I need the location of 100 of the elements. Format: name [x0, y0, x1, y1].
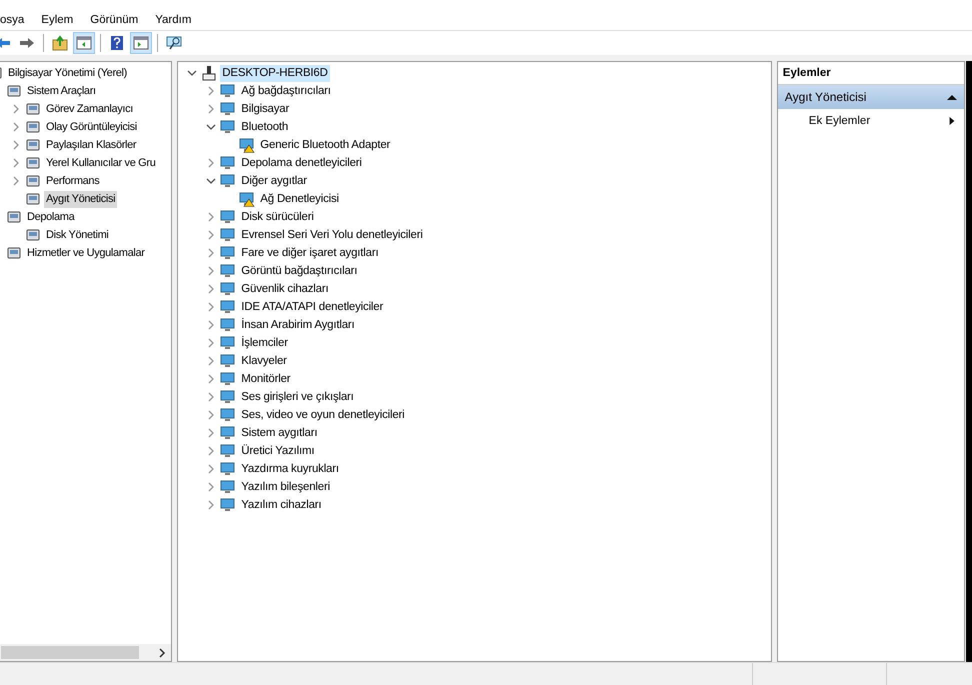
device-tree-item[interactable]: İşlemciler: [239, 334, 290, 352]
device-tree-item[interactable]: Ses girişleri ve çıkışları: [239, 388, 356, 406]
device-icon: [220, 101, 236, 117]
tree-item[interactable]: Paylaşılan Klasörler: [44, 136, 138, 154]
expand-chevron-icon[interactable]: [206, 392, 216, 402]
device-tree-item[interactable]: Generic Bluetooth Adapter: [258, 136, 392, 154]
device-tree-item[interactable]: İnsan Arabirim Aygıtları: [239, 316, 357, 334]
expand-chevron-icon[interactable]: [206, 230, 216, 240]
tree-item[interactable]: Bilgisayar Yönetimi (Yerel): [6, 64, 129, 82]
expand-chevron-icon[interactable]: [10, 158, 20, 168]
tree-item[interactable]: Disk Yönetimi: [44, 226, 110, 244]
expand-chevron-icon[interactable]: [206, 158, 216, 168]
device-icon: [220, 299, 236, 315]
menu-item[interactable]: Yardım: [155, 12, 200, 28]
expand-chevron-icon[interactable]: [206, 356, 216, 366]
tree-item[interactable]: Performans: [44, 172, 102, 190]
expand-chevron-icon[interactable]: [10, 176, 20, 186]
device-tree-item[interactable]: Bilgisayar: [239, 100, 292, 118]
expand-chevron-icon[interactable]: [206, 410, 216, 420]
device-icon: [220, 119, 236, 135]
device-tree-item[interactable]: Disk sürücüleri: [239, 208, 316, 226]
device-icon: [220, 371, 236, 387]
menu-item[interactable]: Eylem: [41, 12, 82, 28]
expand-chevron-icon[interactable]: [206, 248, 216, 258]
device-icon: [220, 83, 236, 99]
device-icon: [220, 479, 236, 495]
device-icon: [220, 461, 236, 477]
collapse-chevron-icon[interactable]: [206, 122, 216, 132]
expand-chevron-icon[interactable]: [206, 464, 216, 474]
tree-item[interactable]: Sistem Araçları: [25, 82, 98, 100]
console-tree-icon: [76, 35, 92, 51]
expand-chevron-icon[interactable]: [206, 320, 216, 330]
device-tree-item[interactable]: Bluetooth: [239, 118, 290, 136]
expand-chevron-icon[interactable]: [206, 302, 216, 312]
device-icon: [220, 227, 236, 243]
tool-icon: [6, 209, 22, 225]
forward-arrow-icon: [19, 35, 35, 51]
device-tree-item[interactable]: Yazılım cihazları: [239, 496, 324, 514]
device-icon: [220, 173, 236, 189]
device-tree-item[interactable]: Sistem aygıtları: [239, 424, 320, 442]
tree-item[interactable]: Depolama: [25, 208, 76, 226]
expand-chevron-icon[interactable]: [206, 428, 216, 438]
expand-chevron-icon[interactable]: [206, 338, 216, 348]
device-tree-item[interactable]: Görüntü bağdaştırıcıları: [239, 262, 360, 280]
expand-chevron-icon[interactable]: [206, 482, 216, 492]
horizontal-scrollbar[interactable]: [0, 644, 172, 661]
device-tree-item[interactable]: Üretici Yazılımı: [239, 442, 316, 460]
collapse-chevron-icon[interactable]: [186, 68, 197, 78]
device-tree-item[interactable]: Ağ bağdaştırıcıları: [239, 82, 333, 100]
device-tree-item[interactable]: Klavyeler: [239, 352, 289, 370]
collapse-chevron-icon[interactable]: [206, 176, 216, 186]
device-icon: [220, 407, 236, 423]
menu-item[interactable]: Görünüm: [90, 12, 146, 28]
expand-chevron-icon[interactable]: [206, 86, 216, 96]
collapse-triangle-icon[interactable]: [947, 92, 958, 102]
tool-icon: [25, 101, 41, 117]
menu-item[interactable]: osya: [0, 12, 32, 28]
device-tree-item[interactable]: DESKTOP-HERBI6D: [220, 64, 330, 82]
device-icon: [220, 281, 236, 297]
device-tree-item[interactable]: Yazdırma kuyrukları: [239, 460, 341, 478]
tool-icon: [6, 83, 22, 99]
expand-chevron-icon[interactable]: [206, 500, 216, 510]
device-tree-item[interactable]: Ses, video ve oyun denetleyicileri: [239, 406, 407, 424]
device-icon: [220, 443, 236, 459]
action-section-header[interactable]: Aygıt Yöneticisi: [778, 85, 964, 109]
tree-item[interactable]: Aygıt Yöneticisi: [44, 190, 118, 208]
tool-icon: [25, 191, 41, 207]
tool-icon: [25, 137, 41, 153]
scroll-right-icon[interactable]: [157, 648, 168, 658]
tree-item[interactable]: Hizmetler ve Uygulamalar: [25, 244, 147, 262]
device-tree-item[interactable]: Monitörler: [239, 370, 292, 388]
device-tree-item[interactable]: Fare ve diğer işaret aygıtları: [239, 244, 380, 262]
device-tree-item[interactable]: Yazılım bileşenleri: [239, 478, 332, 496]
tree-item[interactable]: Görev Zamanlayıcı: [44, 100, 135, 118]
device-tree-item[interactable]: Diğer aygıtlar: [239, 172, 309, 190]
expand-chevron-icon[interactable]: [206, 284, 216, 294]
device-tree-item[interactable]: Depolama denetleyicileri: [239, 154, 364, 172]
tool-icon: [25, 173, 41, 189]
expand-chevron-icon[interactable]: [206, 212, 216, 222]
expand-chevron-icon[interactable]: [206, 104, 216, 114]
device-tree-item[interactable]: Güvenlik cihazları: [239, 280, 330, 298]
expand-chevron-icon[interactable]: [10, 104, 20, 114]
action-pane-icon: [133, 35, 149, 51]
tree-item[interactable]: Olay Görüntüleyicisi: [44, 118, 139, 136]
tool-icon: [25, 119, 41, 135]
action-link[interactable]: Ek Eylemler: [808, 115, 870, 127]
section-title: Aygıt Yöneticisi: [784, 90, 866, 104]
device-tree-item[interactable]: Ağ Denetleyicisi: [258, 190, 341, 208]
device-tree-item[interactable]: IDE ATA/ATAPI denetleyiciler: [239, 298, 386, 316]
tree-item[interactable]: Yerel Kullanıcılar ve Gru: [44, 154, 158, 172]
toolbar-button[interactable]: [73, 32, 95, 54]
computer-icon: [201, 65, 218, 81]
expand-chevron-icon[interactable]: [10, 122, 20, 132]
expand-chevron-icon[interactable]: [206, 266, 216, 276]
expand-chevron-icon[interactable]: [206, 374, 216, 384]
expand-chevron-icon[interactable]: [206, 446, 216, 456]
toolbar-button[interactable]: [130, 32, 152, 54]
expand-chevron-icon[interactable]: [10, 140, 20, 150]
device-tree-item[interactable]: Evrensel Seri Veri Yolu denetleyicileri: [239, 226, 425, 244]
folder-up-icon: [52, 35, 68, 51]
